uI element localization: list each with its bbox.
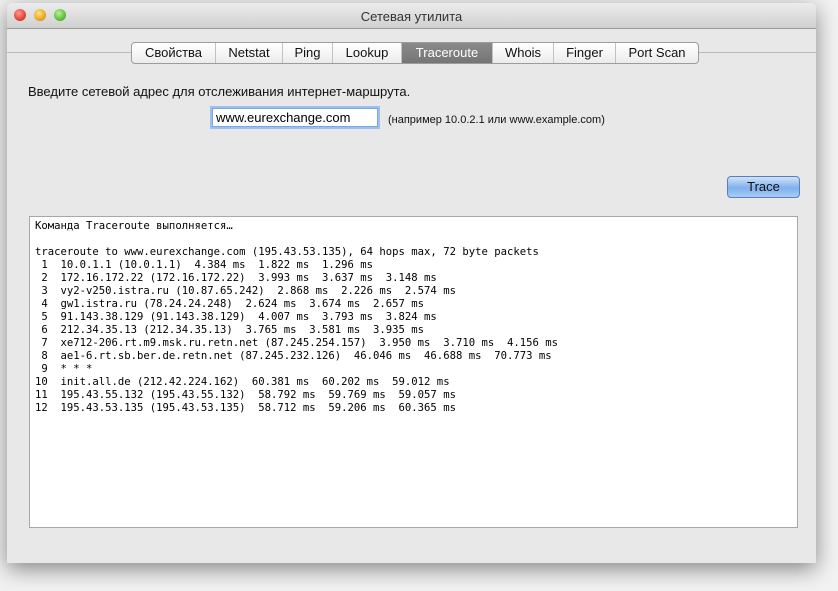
address-hint: (например 10.0.2.1 или www.example.com) [388,114,605,126]
output-line: 10 init.all.de (212.42.224.162) 60.381 m… [35,376,450,388]
output-line: Команда Traceroute выполняется… [35,220,233,232]
output-line: 11 195.43.55.132 (195.43.55.132) 58.792 … [35,389,456,401]
tab-netstat[interactable]: Netstat [216,43,283,63]
output-line: 4 gw1.istra.ru (78.24.24.248) 2.624 ms 3… [35,298,425,310]
address-input[interactable]: www.eurexchange.com [212,108,378,127]
title-bar: Сетевая утилита [7,3,816,29]
output-line: 7 xe712-206.rt.m9.msk.ru.retn.net (87.24… [35,337,558,349]
tab-whois[interactable]: Whois [493,43,554,63]
output-line: 1 10.0.1.1 (10.0.1.1) 4.384 ms 1.822 ms … [35,259,374,271]
output-line: 5 91.143.38.129 (91.143.38.129) 4.007 ms… [35,311,437,323]
output-line: 12 195.43.53.135 (195.43.53.135) 58.712 … [35,402,456,414]
trace-button[interactable]: Trace [727,176,800,198]
traceroute-output[interactable]: Команда Traceroute выполняется… tracerout… [29,216,798,528]
output-line: 8 ae1-6.rt.sb.ber.de.retn.net (87.245.23… [35,350,552,362]
tab-finger[interactable]: Finger [554,43,616,63]
output-line: 9 * * * [35,363,93,375]
tab-lookup[interactable]: Lookup [333,43,402,63]
tab-port-scan[interactable]: Port Scan [616,43,698,63]
tab-bar: Свойства Netstat Ping Lookup Traceroute … [131,42,699,64]
output-line: 3 vy2-v250.istra.ru (10.87.65.242) 2.868… [35,285,456,297]
network-utility-window: Сетевая утилита Свойства Netstat Ping Lo… [7,3,816,563]
tab-info[interactable]: Свойства [132,43,216,63]
output-line: traceroute to www.eurexchange.com (195.4… [35,246,539,258]
output-line: 6 212.34.35.13 (212.34.35.13) 3.765 ms 3… [35,324,425,336]
tab-ping[interactable]: Ping [283,43,333,63]
output-line: 2 172.16.172.22 (172.16.172.22) 3.993 ms… [35,272,437,284]
tab-traceroute[interactable]: Traceroute [402,43,493,63]
window-title: Сетевая утилита [360,9,463,24]
address-prompt: Введите сетевой адрес для отслеживания и… [28,84,411,99]
